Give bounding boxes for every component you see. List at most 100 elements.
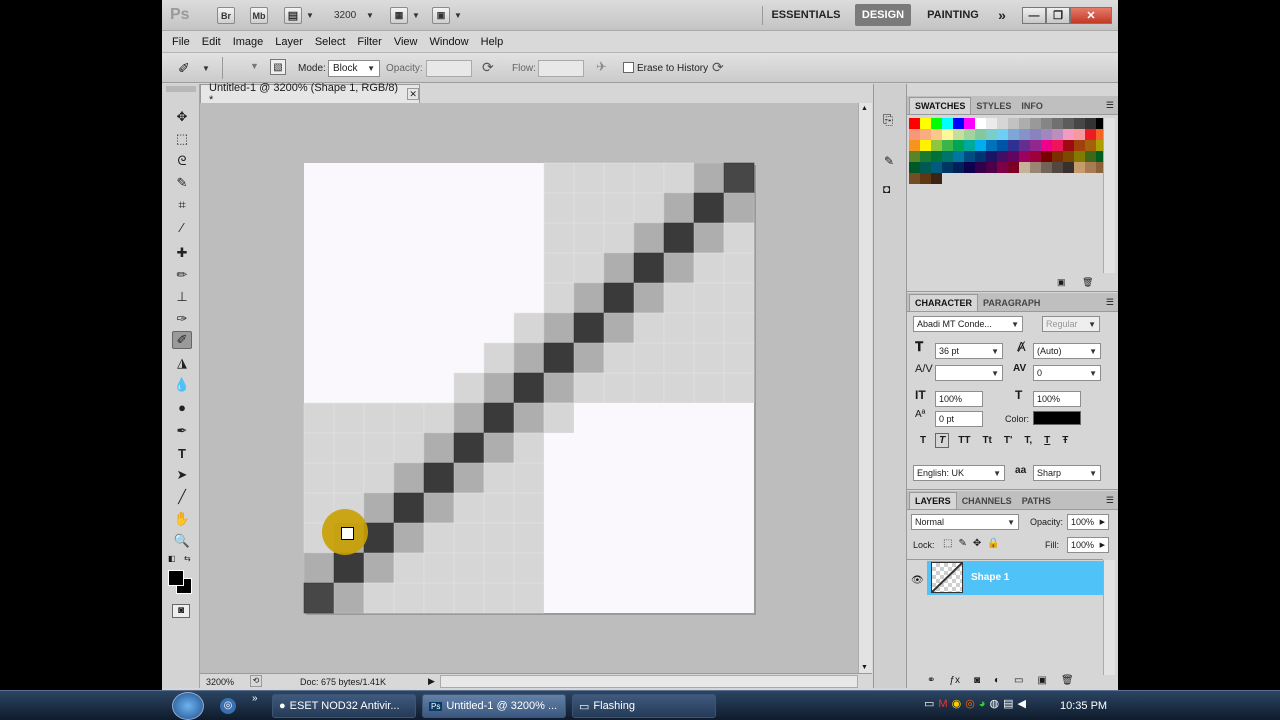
new-swatch-icon[interactable]: ▣ bbox=[1057, 277, 1066, 288]
strikethrough-button[interactable]: Ŧ bbox=[1059, 434, 1071, 447]
zoom-level-readout[interactable]: 3200 bbox=[334, 10, 356, 21]
underline-button[interactable]: T bbox=[1041, 434, 1053, 447]
subscript-button[interactable]: T, bbox=[1021, 434, 1035, 447]
network-icon[interactable]: ▤ bbox=[1003, 697, 1013, 710]
color-swatch[interactable] bbox=[975, 140, 986, 151]
color-swatch[interactable] bbox=[997, 118, 1008, 129]
color-swatch[interactable] bbox=[1008, 129, 1019, 140]
font-size-field[interactable]: 36 pt ▼ bbox=[935, 343, 1003, 359]
small-caps-button[interactable]: Tt bbox=[979, 434, 994, 447]
color-swatch[interactable] bbox=[909, 140, 920, 151]
view-extras-caret-icon[interactable]: ▼ bbox=[306, 11, 314, 20]
vertical-scale-field[interactable]: 100% bbox=[935, 391, 983, 407]
layer-mask-icon[interactable]: ◙ bbox=[974, 675, 980, 686]
document-tab[interactable]: Untitled-1 @ 3200% (Shape 1, RGB/8) * ✕ bbox=[200, 82, 420, 106]
language-select[interactable]: English: UK ▼ bbox=[913, 465, 1005, 481]
color-swatch[interactable] bbox=[986, 140, 997, 151]
color-swatch[interactable] bbox=[1063, 118, 1074, 129]
tab-character[interactable]: CHARACTER bbox=[909, 294, 978, 311]
foreground-color-swatch[interactable] bbox=[168, 570, 184, 586]
lock-position-icon[interactable]: ✥ bbox=[973, 538, 981, 549]
type-tool-icon[interactable]: T bbox=[172, 444, 192, 462]
airbrush-pressure-icon[interactable]: ⟳ bbox=[482, 59, 494, 76]
color-swatch[interactable] bbox=[920, 173, 931, 184]
color-swatch[interactable] bbox=[964, 129, 975, 140]
color-swatch[interactable] bbox=[909, 162, 920, 173]
clone-source-icon[interactable]: ◘ bbox=[883, 182, 890, 196]
blend-mode-select[interactable]: Normal ▼ bbox=[911, 514, 1019, 530]
color-swatch[interactable] bbox=[920, 151, 931, 162]
layers-scrollbar[interactable] bbox=[1103, 560, 1115, 675]
superscript-button[interactable]: T' bbox=[1001, 434, 1016, 447]
status-arrow-icon[interactable]: ▶ bbox=[428, 676, 435, 687]
menu-help[interactable]: Help bbox=[475, 31, 510, 53]
arrange-caret-icon[interactable]: ▼ bbox=[412, 11, 420, 20]
font-style-select[interactable]: Regular ▼ bbox=[1042, 316, 1100, 332]
menu-layer[interactable]: Layer bbox=[269, 31, 309, 53]
layer-row-shape-1[interactable]: Shape 1 bbox=[927, 561, 1103, 595]
color-swatch[interactable] bbox=[1074, 129, 1085, 140]
color-swatch[interactable] bbox=[1052, 162, 1063, 173]
color-swatch[interactable] bbox=[1019, 118, 1030, 129]
fill-field[interactable]: 100% ▶ bbox=[1067, 537, 1109, 553]
menu-select[interactable]: Select bbox=[309, 31, 352, 53]
erase-to-history-checkbox[interactable] bbox=[623, 62, 634, 73]
path-selection-tool-icon[interactable]: ➤ bbox=[172, 466, 192, 484]
color-swatch[interactable] bbox=[942, 162, 953, 173]
color-swatch[interactable] bbox=[953, 118, 964, 129]
delete-swatch-icon[interactable]: 🗑 bbox=[1082, 277, 1093, 288]
font-family-select[interactable]: Abadi MT Conde... ▼ bbox=[913, 316, 1023, 332]
color-swatch[interactable] bbox=[931, 118, 942, 129]
color-swatch[interactable] bbox=[931, 162, 942, 173]
color-swatch[interactable] bbox=[964, 151, 975, 162]
tablet-pressure-icon[interactable]: ⟳ bbox=[712, 59, 724, 76]
tab-swatches[interactable]: SWATCHES bbox=[909, 97, 972, 114]
tab-paths[interactable]: PATHS bbox=[1017, 493, 1056, 509]
line-tool-icon[interactable]: ╱ bbox=[172, 488, 192, 506]
kerning-field[interactable]: ▼ bbox=[935, 365, 1003, 381]
color-swatch[interactable] bbox=[997, 140, 1008, 151]
tab-channels[interactable]: CHANNELS bbox=[957, 493, 1017, 509]
marquee-tool-icon[interactable]: ⬚ bbox=[172, 130, 192, 148]
canvas-area[interactable] bbox=[200, 103, 872, 673]
airbrush-icon[interactable]: ✈ bbox=[596, 59, 607, 75]
color-swatch[interactable] bbox=[909, 151, 920, 162]
panel-menu-icon[interactable]: ☰ bbox=[1102, 492, 1118, 509]
tool-preset-caret-icon[interactable]: ▼ bbox=[202, 64, 210, 73]
menu-filter[interactable]: Filter bbox=[351, 31, 387, 53]
vertical-scrollbar[interactable]: ▲ ▼ bbox=[858, 103, 872, 673]
color-swatch[interactable] bbox=[931, 140, 942, 151]
more-workspaces-icon[interactable]: » bbox=[994, 4, 1010, 26]
all-caps-button[interactable]: TT bbox=[955, 434, 973, 447]
panel-menu-icon[interactable]: ☰ bbox=[1102, 97, 1118, 114]
bridge-button[interactable]: Br bbox=[217, 7, 235, 24]
workspace-painting[interactable]: PAINTING bbox=[920, 4, 986, 26]
menu-window[interactable]: Window bbox=[424, 31, 475, 53]
color-swatch[interactable] bbox=[1063, 140, 1074, 151]
default-colors-icon[interactable]: ◧ bbox=[168, 554, 176, 563]
text-color-swatch[interactable] bbox=[1033, 411, 1081, 425]
zoom-percent[interactable]: 3200% bbox=[206, 677, 234, 687]
color-swatch[interactable] bbox=[1030, 129, 1041, 140]
tray-icon[interactable]: ◍ bbox=[989, 697, 999, 710]
swatches-scrollbar[interactable] bbox=[1103, 118, 1115, 273]
color-swatch[interactable] bbox=[942, 140, 953, 151]
color-swatch[interactable] bbox=[964, 162, 975, 173]
layer-visibility-eye-icon[interactable]: 👁 bbox=[911, 575, 924, 586]
new-group-icon[interactable]: ▭ bbox=[1014, 675, 1023, 686]
color-swatch[interactable] bbox=[1041, 129, 1052, 140]
color-swatch[interactable] bbox=[931, 173, 942, 184]
color-swatch[interactable] bbox=[986, 129, 997, 140]
brush-tool-icon[interactable]: ✏ bbox=[172, 266, 192, 284]
quick-launch-icon[interactable]: ◎ bbox=[220, 698, 236, 714]
color-swatch[interactable] bbox=[1052, 129, 1063, 140]
adjustment-layer-icon[interactable]: ◐ bbox=[994, 675, 1000, 686]
color-swatch[interactable] bbox=[997, 151, 1008, 162]
swatch-grid[interactable] bbox=[909, 118, 1107, 213]
quick-launch-more-icon[interactable]: » bbox=[252, 693, 258, 704]
color-swatch[interactable] bbox=[1030, 151, 1041, 162]
zoom-caret-icon[interactable]: ▼ bbox=[366, 11, 374, 20]
color-swatch[interactable] bbox=[975, 118, 986, 129]
lock-transparency-icon[interactable]: ⬚ bbox=[943, 538, 952, 549]
volume-icon[interactable]: ◀ bbox=[1017, 697, 1025, 710]
